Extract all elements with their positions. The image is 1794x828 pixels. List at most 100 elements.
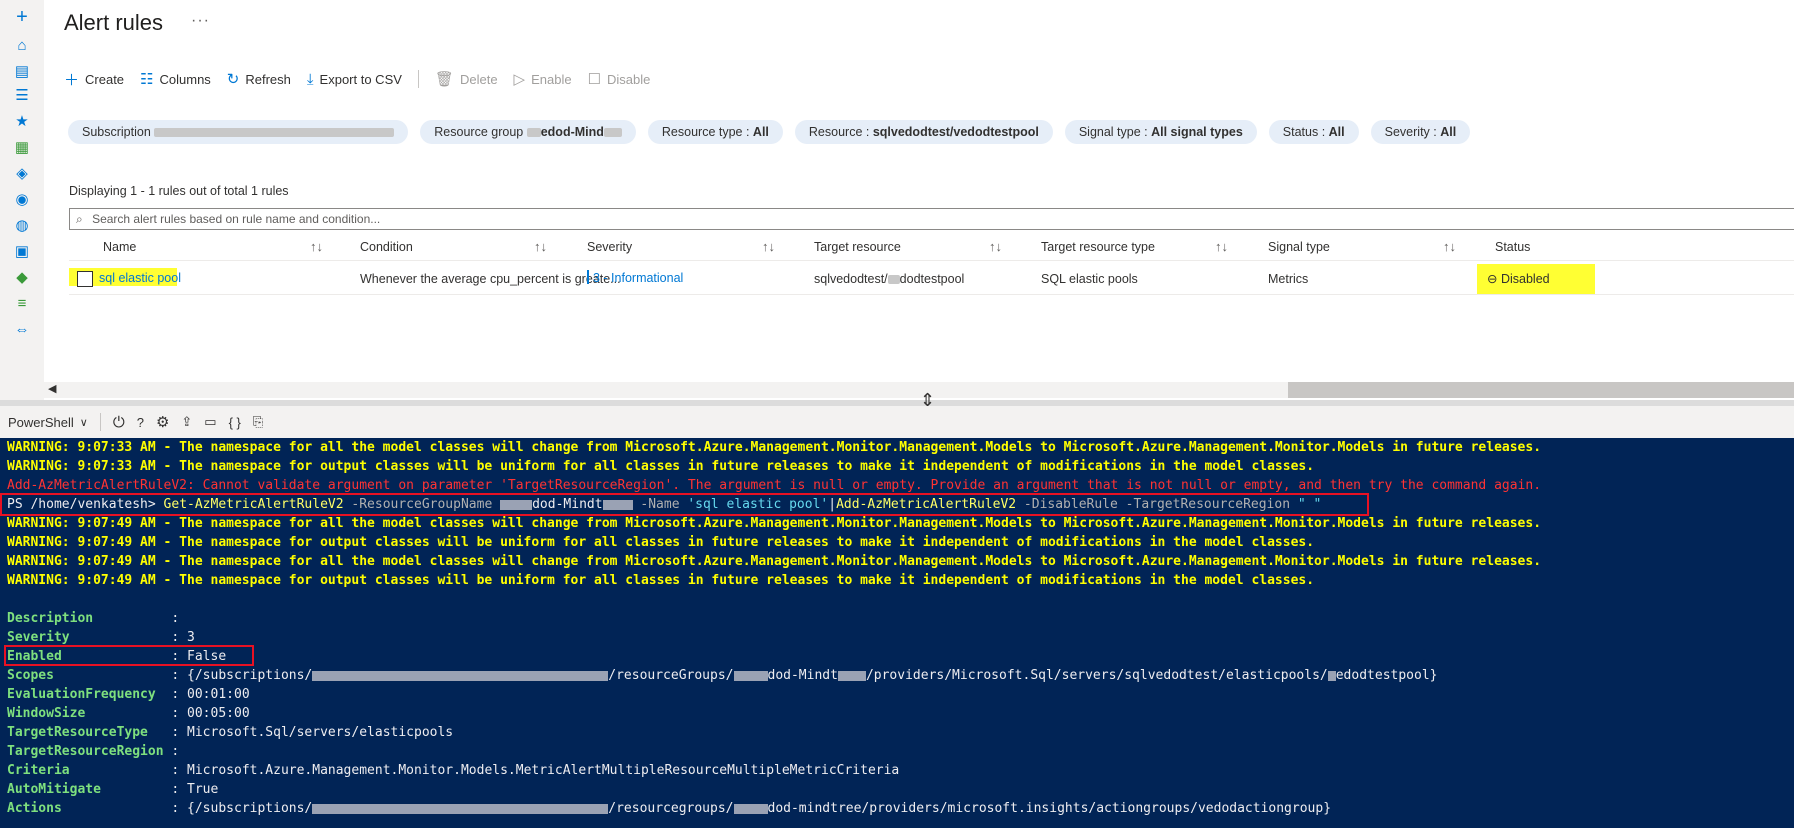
property-row: Criteria : Microsoft.Azure.Management.Mo… <box>7 763 900 778</box>
home-icon[interactable]: ⌂ <box>11 34 33 56</box>
powershell-terminal[interactable]: WARNING: 9:07:33 AM - The namespace for … <box>0 438 1794 828</box>
cube-icon[interactable]: ◈ <box>11 162 33 184</box>
terminal-warning: WARNING: 9:07:33 AM - The namespace for … <box>7 459 1315 474</box>
plus-icon: ＋ <box>64 71 80 89</box>
rule-target-type: SQL elastic pools <box>1041 272 1138 286</box>
monitor-icon[interactable]: ▣ <box>11 240 33 262</box>
columns-icon: ☷ <box>140 71 154 88</box>
rule-severity: 3 - Informational <box>593 271 684 285</box>
toolbar-divider <box>99 413 101 431</box>
braces-icon[interactable]: { } <box>229 415 241 430</box>
download-icon: ⤓ <box>306 70 314 88</box>
resource-type-filter[interactable]: Resource type : All <box>647 120 783 144</box>
network-icon[interactable]: ⇔ <box>11 318 33 340</box>
trash-icon: 🗑 <box>434 71 454 88</box>
disable-button[interactable]: ☐ Disable <box>588 70 651 88</box>
open-editor-icon[interactable]: ▭ <box>204 414 216 430</box>
terminal-warning: WARNING: 9:07:33 AM - The namespace for … <box>7 440 1542 455</box>
checkbox-icon: ☐ <box>587 71 602 88</box>
column-header-condition[interactable]: Condition <box>360 240 413 254</box>
help-icon[interactable]: ? <box>137 415 144 430</box>
sort-icon[interactable]: ↑↓ <box>762 239 775 254</box>
terminal-warning: WARNING: 9:07:49 AM - The namespace for … <box>7 516 1542 531</box>
search-icon: ⌕ <box>76 212 83 226</box>
dashboard-icon[interactable]: ▤ <box>11 60 33 82</box>
chevron-down-icon[interactable]: ∨ <box>80 416 88 429</box>
redacted-text <box>733 670 768 681</box>
redacted-text <box>526 128 541 138</box>
search-input[interactable]: ⌕ Search alert rules based on rule name … <box>69 208 1794 230</box>
column-header-target-resource[interactable]: Target resource <box>814 240 901 254</box>
column-header-status[interactable]: Status <box>1495 240 1530 254</box>
sort-icon[interactable]: ↑↓ <box>310 239 323 254</box>
shell-selector[interactable]: PowerShell <box>8 415 74 430</box>
web-preview-icon[interactable]: ⎘ <box>253 414 263 430</box>
column-header-signal-type[interactable]: Signal type <box>1268 240 1330 254</box>
export-csv-button[interactable]: ⤓ Export to CSV <box>307 71 402 88</box>
sort-icon[interactable]: ↑↓ <box>1443 239 1456 254</box>
refresh-icon: ↻ <box>226 71 240 88</box>
sort-icon[interactable]: ↑↓ <box>1215 239 1228 254</box>
horizontal-scrollbar[interactable]: ◀ <box>44 382 1794 398</box>
sql-icon[interactable]: ◍ <box>11 214 33 236</box>
resource-group-filter[interactable]: Resource group edod-Mind <box>420 120 636 144</box>
toolbar-divider <box>417 70 419 88</box>
cloud-shell-toolbar: PowerShell ∨ ⏻ ? ⚙ ⇪ ▭ { } ⎘ <box>0 406 1794 439</box>
rule-signal-type: Metrics <box>1268 272 1309 286</box>
grid-icon[interactable]: ▦ <box>11 136 33 158</box>
row-checkbox[interactable] <box>77 271 93 287</box>
rule-target-resource[interactable]: sqlvedodtest/dodtestpool <box>814 272 964 286</box>
list-icon[interactable]: ☰ <box>11 84 33 106</box>
scroll-left-icon[interactable]: ◀ <box>48 382 56 395</box>
page-title: Alert rules <box>64 10 164 35</box>
star-icon[interactable]: ★ <box>11 110 33 132</box>
refresh-button[interactable]: ↻ Refresh <box>227 70 291 88</box>
column-header-name[interactable]: Name <box>103 240 136 254</box>
property-row: WindowSize : 00:05:00 <box>7 706 250 721</box>
terminal-warning: WARNING: 9:07:49 AM - The namespace for … <box>7 573 1315 588</box>
bars-icon[interactable]: ≡ <box>11 292 33 314</box>
globe-icon[interactable]: ◉ <box>11 188 33 210</box>
scrollbar-thumb[interactable] <box>1288 382 1794 398</box>
redacted-text <box>733 803 768 814</box>
sort-icon[interactable]: ↑↓ <box>534 239 547 254</box>
more-icon[interactable]: ··· <box>191 12 210 30</box>
property-row: Actions : {/subscriptions//resourcegroup… <box>7 801 1332 816</box>
alert-rules-blade: Alert rules ··· ＋ Create ☷ Columns ↻ Refres… <box>44 0 1794 400</box>
enable-button[interactable]: ▷ Enable <box>514 70 572 88</box>
sort-icon[interactable]: ↑↓ <box>989 239 1002 254</box>
power-icon[interactable]: ⏻ <box>113 414 125 431</box>
columns-button[interactable]: ☷ Columns <box>140 70 211 88</box>
left-sidebar: + ⌂ ▤ ☰ ★ ▦ ◈ ◉ ◍ ▣ ◆ ≡ ⇔ <box>0 0 45 400</box>
property-row: Description : <box>7 611 188 626</box>
terminal-warning: WARNING: 9:07:49 AM - The namespace for … <box>7 554 1542 569</box>
property-row: TargetResourceRegion : <box>7 744 188 759</box>
resource-filter[interactable]: Resource : sqlvedodtest/vedodtestpool <box>794 120 1053 144</box>
redacted-text <box>312 670 609 681</box>
rule-name-link[interactable]: sql elastic pool <box>99 271 181 285</box>
command-bar: ＋ Create ☷ Columns ↻ Refresh ⤓ Export to CSV… <box>64 68 666 90</box>
column-header-target-resource-type[interactable]: Target resource type <box>1041 240 1155 254</box>
redacted-text <box>603 128 622 138</box>
delete-button[interactable]: 🗑 Delete <box>435 70 498 88</box>
status-badge: ⊖ Disabled <box>1477 264 1595 294</box>
subscription-filter[interactable]: Subscription <box>68 120 409 144</box>
redacted-text <box>887 275 900 285</box>
filter-pills: Subscription Resource group edod-Mind Re… <box>68 120 1482 144</box>
disabled-icon: ⊖ <box>1487 272 1498 286</box>
table-row[interactable]: sql elastic pool Whenever the average cp… <box>69 264 1794 295</box>
property-row: TargetResourceType : Microsoft.Sql/serve… <box>7 725 454 740</box>
severity-filter[interactable]: Severity : All <box>1370 120 1471 144</box>
column-header-severity[interactable]: Severity <box>587 240 632 254</box>
diamond-icon[interactable]: ◆ <box>11 266 33 288</box>
plus-icon[interactable]: + <box>11 6 33 28</box>
table-header: Name ↑↓ Condition ↑↓ Severity ↑↓ Target … <box>69 236 1794 261</box>
signal-type-filter[interactable]: Signal type : All signal types <box>1064 120 1257 144</box>
rule-condition: Whenever the average cpu_percent is grea… <box>360 272 621 286</box>
create-button[interactable]: ＋ Create <box>64 69 124 90</box>
status-filter[interactable]: Status : All <box>1268 120 1359 144</box>
terminal-warning: WARNING: 9:07:49 AM - The namespace for … <box>7 535 1315 550</box>
severity-marker <box>587 270 589 284</box>
settings-icon[interactable]: ⚙ <box>156 413 169 431</box>
upload-icon[interactable]: ⇪ <box>181 414 192 430</box>
